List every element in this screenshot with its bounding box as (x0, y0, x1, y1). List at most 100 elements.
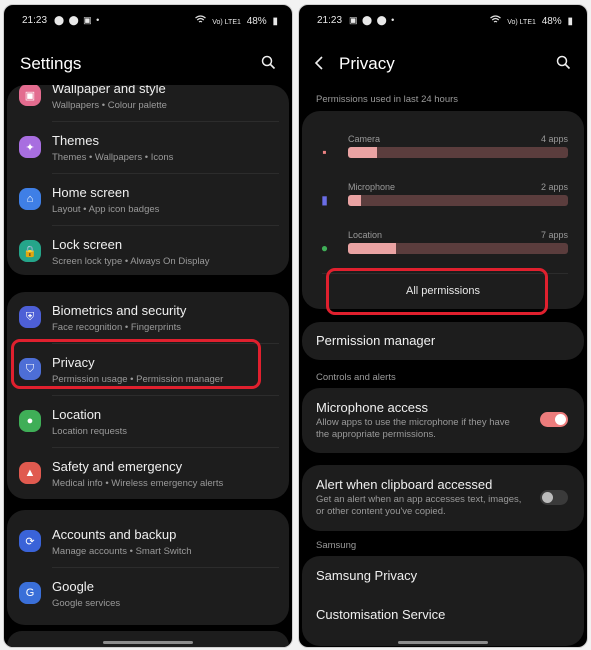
settings-item-themes[interactable]: ✦ Themes Themes • Wallpapers • Icons (7, 122, 289, 174)
page-title: Settings (20, 54, 82, 73)
permission-usage-microphone[interactable]: ▮ Microphone 2 apps (302, 173, 584, 213)
clipboard-alert-toggle[interactable] (540, 490, 568, 505)
microphone-access-toggle[interactable] (540, 412, 568, 427)
clipboard-alert-title: Alert when clipboard accessed (316, 477, 493, 492)
battery-level: 48% (246, 16, 267, 27)
status-time: 21:23 (22, 15, 48, 26)
settings-item-safety-and-emergency[interactable]: ▲ Safety and emergency Medical info • Wire… (7, 448, 289, 499)
settings-item-wallpaper-and-style[interactable]: ▣ Wallpaper and style Wallpapers • Colour … (7, 85, 289, 122)
privacy-screen: 21:23 ▣ ⬤ ⬤ • Vo) LTE1 48% ▮ Privacy Per… (298, 4, 588, 648)
status-bar: 21:23 ⬤ ⬤ ▣ • Vo) LTE1 48% ▮ (4, 15, 292, 29)
search-icon[interactable] (556, 55, 571, 70)
microphone-icon: ▮ (321, 193, 328, 207)
wifi-icon (195, 15, 209, 27)
camera-icon: ▪ (322, 145, 327, 159)
settings-item-subtitle: Screen lock type • Always On Display (52, 256, 210, 267)
customisation-service-label: Customisation Service (316, 607, 446, 622)
back-arrow-icon[interactable] (313, 55, 325, 71)
home-indicator (398, 641, 488, 644)
settings-item-title: Biometrics and security (52, 303, 187, 318)
page-title: Privacy (339, 54, 395, 73)
settings-item-home-screen[interactable]: ⌂ Home screen Layout • App icon badges (7, 174, 289, 226)
settings-group-next (7, 631, 289, 647)
settings-item-title: Safety and emergency (52, 459, 183, 474)
settings-item-subtitle: Face recognition • Fingerprints (52, 322, 181, 333)
permission-usage-bar (348, 195, 568, 206)
samsung-privacy-item[interactable]: Samsung Privacy (302, 556, 584, 596)
microphone-access-title: Microphone access (316, 400, 428, 415)
home-icon: ⌂ (19, 188, 41, 210)
microphone-access-desc: Allow apps to use the microphone if they… (316, 417, 510, 440)
settings-item-subtitle: Google services (52, 598, 121, 609)
settings-item-subtitle: Medical info • Wireless emergency alerts (52, 478, 224, 489)
permission-manager-label: Permission manager (316, 333, 436, 348)
clipboard-alert-desc: Get an alert when an app accesses text, … (316, 494, 522, 517)
settings-item-title: Wallpaper and style (52, 85, 166, 96)
permission-usage-fill (348, 243, 397, 254)
home-indicator (103, 641, 193, 644)
permission-app-count: 7 apps (540, 230, 568, 240)
settings-item-accounts-and-backup[interactable]: ⟳ Accounts and backup Manage accounts • Sm… (7, 516, 289, 568)
permission-usage-bar (348, 147, 568, 158)
settings-item-subtitle: Wallpapers • Colour palette (52, 100, 167, 111)
settings-item-subtitle: Themes • Wallpapers • Icons (52, 152, 174, 163)
battery-icon: ▮ (272, 16, 278, 27)
controls-section-header: Controls and alerts (316, 372, 396, 383)
microphone-access-item[interactable]: Microphone access Allow apps to use the … (302, 388, 584, 453)
settings-group-security: ⛨ Biometrics and security Face recognition… (7, 292, 289, 499)
emergency-icon: ▲ (19, 462, 41, 484)
samsung-card: Samsung Privacy Customisation Service (302, 556, 584, 646)
signal-label: Vo) LTE1 (212, 19, 241, 26)
settings-item-google[interactable]: G Google Google services (7, 568, 289, 620)
highlight-privacy (11, 339, 261, 389)
permission-app-count: 2 apps (540, 182, 568, 192)
location-pin-icon: ● (320, 241, 329, 255)
settings-group-accounts: ⟳ Accounts and backup Manage accounts • Sm… (7, 510, 289, 625)
notification-icons: ▣ ⬤ ⬤ • (349, 15, 396, 25)
wifi-icon (490, 15, 504, 27)
permission-usage-camera[interactable]: ▪ Camera 4 apps (302, 125, 584, 165)
permission-app-count: 4 apps (540, 134, 568, 144)
themes-icon: ✦ (19, 136, 41, 158)
permission-usage-bar (348, 243, 568, 254)
permission-label: Location (348, 230, 383, 240)
shield-icon: ⛨ (19, 306, 41, 328)
settings-item-title: Location (52, 407, 102, 422)
permission-usage-fill (348, 195, 362, 206)
settings-item-location[interactable]: ● Location Location requests (7, 396, 289, 448)
notification-icons: ⬤ ⬤ ▣ • (54, 15, 101, 25)
settings-item-title: Accounts and backup (52, 527, 177, 542)
settings-item-subtitle: Location requests (52, 426, 127, 437)
samsung-privacy-label: Samsung Privacy (316, 568, 418, 583)
settings-item-lock-screen[interactable]: 🔒 Lock screen Screen lock type • Always On… (7, 226, 289, 275)
settings-item-title: Google (52, 579, 94, 594)
battery-level: 48% (541, 16, 562, 27)
sync-icon: ⟳ (19, 530, 41, 552)
customisation-service-item[interactable]: Customisation Service (302, 596, 584, 636)
settings-item-subtitle: Layout • App icon badges (52, 204, 160, 215)
settings-item-subtitle: Manage accounts • Smart Switch (52, 546, 192, 557)
permission-usage-fill (348, 147, 377, 158)
settings-item-title: Lock screen (52, 237, 123, 252)
settings-item-biometrics-and-security[interactable]: ⛨ Biometrics and security Face recognition… (7, 292, 289, 344)
battery-icon: ▮ (567, 16, 573, 27)
settings-group-display: ▣ Wallpaper and style Wallpapers • Colour … (7, 85, 289, 275)
search-icon[interactable] (261, 55, 276, 70)
usage-section-header: Permissions used in last 24 hours (316, 94, 459, 105)
settings-item-title: Themes (52, 133, 99, 148)
status-bar: 21:23 ▣ ⬤ ⬤ • Vo) LTE1 48% ▮ (299, 15, 587, 29)
signal-label: Vo) LTE1 (507, 19, 536, 26)
permission-usage-location[interactable]: ● Location 7 apps (302, 221, 584, 261)
permission-label: Camera (348, 134, 381, 144)
clipboard-alert-item[interactable]: Alert when clipboard accessed Get an ale… (302, 465, 584, 531)
permission-label: Microphone (348, 182, 396, 192)
permission-manager-item[interactable]: Permission manager (302, 322, 584, 360)
samsung-section-header: Samsung (316, 540, 357, 551)
highlight-all-permissions (326, 268, 548, 315)
location-pin-icon: ● (19, 410, 41, 432)
google-icon: G (19, 582, 41, 604)
settings-screen: 21:23 ⬤ ⬤ ▣ • Vo) LTE1 48% ▮ Settings ▣ W… (3, 4, 293, 648)
status-time: 21:23 (317, 15, 343, 26)
lock-icon: 🔒 (19, 240, 41, 262)
settings-item-title: Home screen (52, 185, 130, 200)
